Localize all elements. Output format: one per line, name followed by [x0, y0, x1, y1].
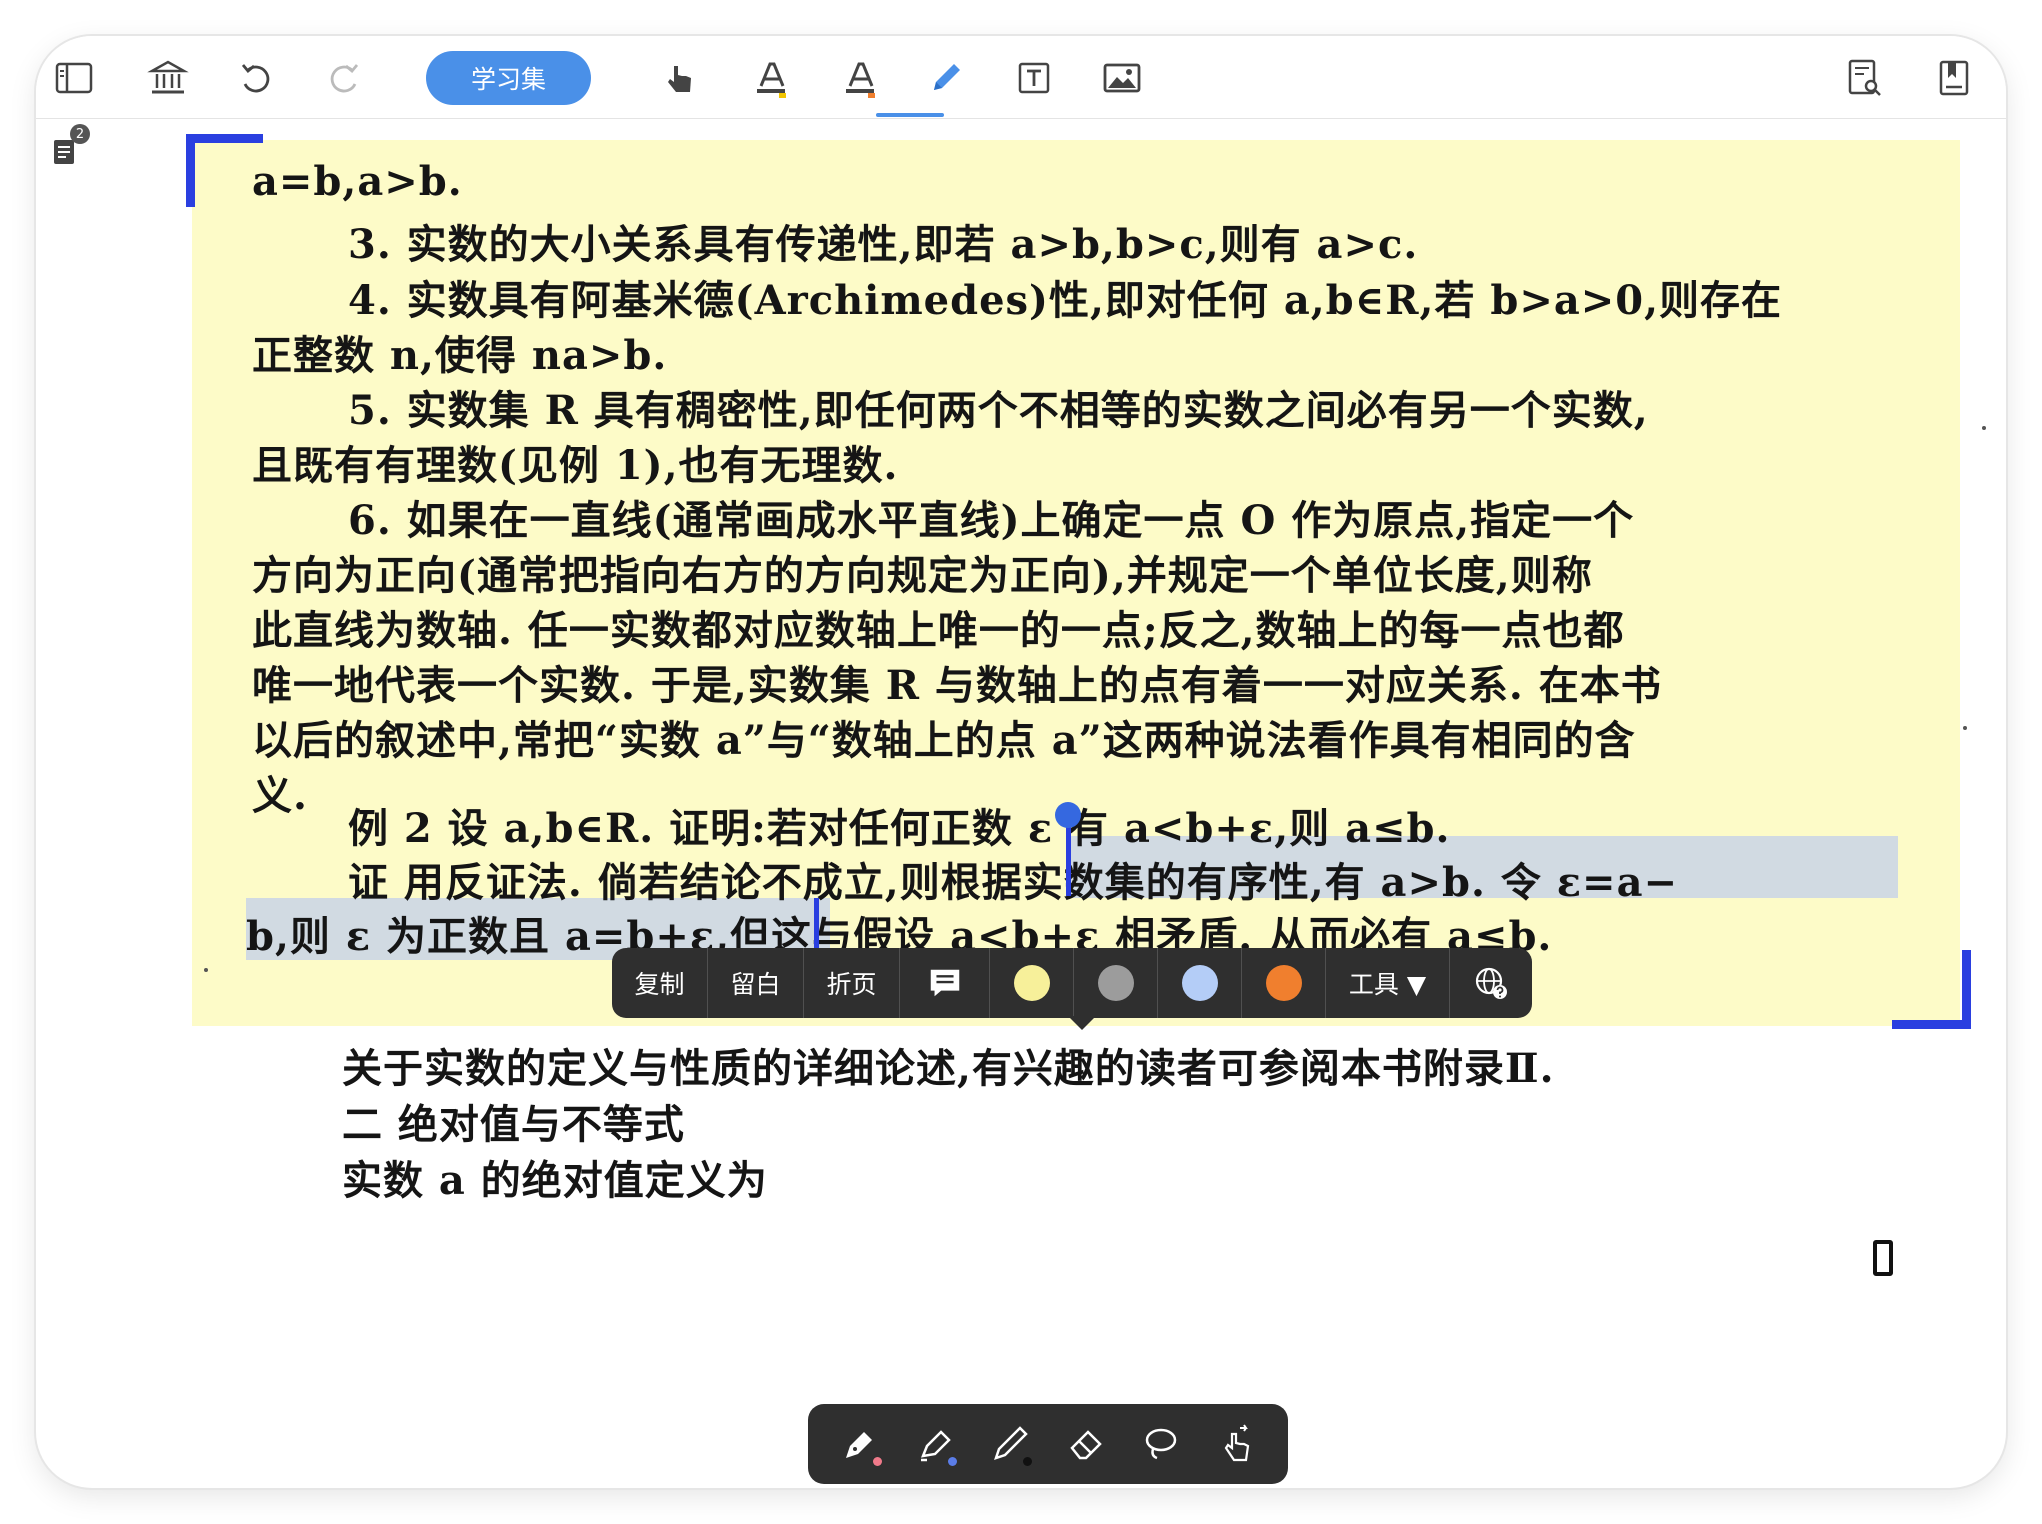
hand-scroll-icon — [1224, 1424, 1250, 1462]
lasso-icon — [1145, 1428, 1177, 1460]
highlight-blue-button[interactable] — [1158, 948, 1242, 1018]
highlight-gray-button[interactable] — [1074, 948, 1158, 1018]
comment-button[interactable] — [900, 948, 990, 1018]
redo-icon[interactable] — [320, 56, 368, 100]
undo-icon[interactable] — [232, 56, 280, 100]
study-set-label: 学习集 — [470, 65, 546, 94]
text-line: 此直线为数轴. 任一实数都对应数轴上唯一的一点;反之,数轴上的每一点也都 — [252, 607, 1625, 654]
text-line: 3. 实数的大小关系具有传递性,即若 a>b,b>c,则有 a>c. — [348, 221, 1419, 268]
text-line: 6. 如果在一直线(通常画成水平直线)上确定一点 O 作为原点,指定一个 — [348, 497, 1635, 544]
bookmark-icon[interactable] — [1930, 56, 1978, 100]
context-menu-pointer — [1068, 1016, 1096, 1030]
text-line: 关于实数的定义与性质的详细论述,有兴趣的读者可参阅本书附录Ⅱ. — [342, 1045, 1555, 1092]
sidebar-toggle-icon[interactable] — [50, 56, 98, 100]
text-line: 且既有有理数(见例 1),也有无理数. — [252, 442, 899, 489]
pen-icon[interactable] — [922, 56, 970, 100]
text-line: 以后的叙述中,常把“实数 a”与“数轴上的点 a”这两种说法看作具有相同的含 — [252, 717, 1636, 764]
eraser-tool[interactable] — [1058, 1416, 1114, 1472]
web-lookup-button[interactable] — [1450, 948, 1532, 1018]
selection-start-handle[interactable] — [1055, 802, 1081, 828]
app-window: 学习集 2 a=b,a>b. 3. 实数的大小关系具有传递性,即若 a>b,b>… — [36, 36, 2006, 1488]
hand-scroll-tool[interactable] — [1208, 1416, 1264, 1472]
text-highlight-icon[interactable] — [747, 56, 795, 100]
web-lookup-icon — [1475, 967, 1507, 999]
gray-swatch — [1097, 965, 1134, 1001]
highlighter-tool[interactable] — [907, 1416, 963, 1472]
blue-swatch — [1181, 965, 1218, 1001]
study-set-button[interactable]: 学习集 — [426, 51, 591, 105]
text-line: 4. 实数具有阿基米德(Archimedes)性,即对任何 a,b∈R,若 b>… — [348, 277, 1783, 324]
speck — [204, 968, 208, 972]
notes-count-badge: 2 — [70, 124, 90, 144]
text-line: 5. 实数集 R 具有稠密性,即任何两个不相等的实数之间必有另一个实数, — [348, 387, 1649, 434]
text-color-icon[interactable] — [836, 56, 884, 100]
copy-button[interactable]: 复制 — [612, 948, 708, 1018]
library-icon[interactable] — [144, 56, 192, 100]
drawing-tools-bar — [808, 1404, 1288, 1484]
orange-swatch — [1265, 965, 1302, 1001]
lasso-tool[interactable] — [1133, 1416, 1189, 1472]
selection-end-bracket[interactable] — [1892, 950, 1971, 1029]
top-toolbar: 学习集 — [36, 36, 2006, 119]
text-line: 方向为正向(通常把指向右方的方向规定为正向),并规定一个单位长度,则称 — [252, 552, 1593, 599]
section-heading: 二 绝对值与不等式 — [342, 1101, 685, 1148]
text-box-icon[interactable] — [1010, 56, 1058, 100]
text-line: a=b,a>b. — [252, 158, 463, 205]
comment-icon — [930, 969, 959, 997]
pencil-tool[interactable] — [982, 1416, 1038, 1472]
highlighter-color-dot — [947, 1457, 957, 1466]
fountain-pen-tool[interactable] — [832, 1416, 888, 1472]
fold-page-button[interactable]: 折页 — [804, 948, 900, 1018]
highlight-yellow-button[interactable] — [990, 948, 1074, 1018]
qed-mark — [1873, 1240, 1893, 1276]
speck — [1963, 726, 1967, 730]
active-tool-indicator — [876, 113, 944, 117]
text-line: 唯一地代表一个实数. 于是,实数集 R 与数轴上的点有着一一对应关系. 在本书 — [252, 662, 1662, 709]
yellow-swatch — [1013, 965, 1050, 1001]
proof-line: 证 用反证法. 倘若结论不成立,则根据实数集的有序性,有 a>b. 令 ε=a− — [348, 859, 1678, 906]
eraser-icon — [1069, 1430, 1102, 1460]
tools-dropdown[interactable]: 工具 ▼ — [1326, 948, 1450, 1018]
text-line: 义. — [252, 772, 308, 819]
highlight-orange-button[interactable] — [1242, 948, 1326, 1018]
pen-color-dot — [872, 1457, 882, 1466]
hand-pointer-icon[interactable] — [656, 56, 704, 100]
page-search-icon[interactable] — [1840, 56, 1888, 100]
leave-blank-button[interactable]: 留白 — [708, 948, 804, 1018]
image-icon[interactable] — [1098, 56, 1146, 100]
text-line: 正整数 n,使得 na>b. — [252, 332, 668, 379]
example-line: 例 2 设 a,b∈R. 证明:若对任何正数 ε 有 a<b+ε,则 a≤b. — [348, 805, 1451, 852]
speck — [1982, 426, 1986, 430]
selection-context-menu: 复制 留白 折页 工具 ▼ — [612, 948, 1532, 1018]
text-line: 实数 a 的绝对值定义为 — [342, 1157, 768, 1204]
